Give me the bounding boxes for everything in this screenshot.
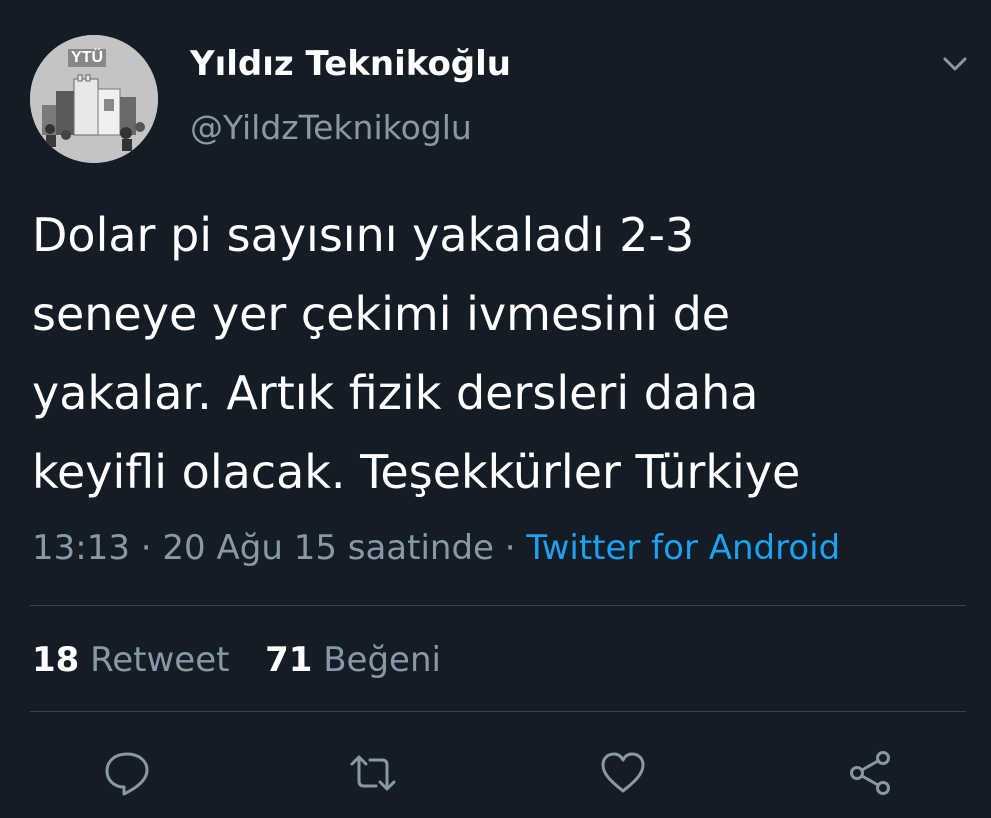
tweet-time: 13:13 (32, 528, 130, 568)
share-icon[interactable] (846, 748, 896, 798)
like-count[interactable]: 71 (265, 640, 312, 680)
avatar-label: YTÜ (68, 49, 106, 67)
retweet-label[interactable]: Retweet (90, 640, 229, 680)
retweet-count[interactable]: 18 (32, 640, 79, 680)
tweet-line: Dolar pi sayısını yakaladı 2-3 (32, 208, 695, 262)
like-label[interactable]: Beğeni (323, 640, 441, 680)
like-icon[interactable] (598, 748, 648, 798)
tweet-date: 20 Ağu 15 saatinde (162, 528, 494, 568)
tweet-line: yakalar. Artık fizik dersleri daha (32, 366, 759, 420)
tweet-line: seneye yer çekimi ivmesini de (32, 287, 731, 341)
chevron-down-icon[interactable] (940, 52, 970, 76)
tweet-meta: 13:13 · 20 Ağu 15 saatinde · Twitter for… (32, 528, 840, 568)
meta-separator: · (129, 528, 163, 568)
display-name[interactable]: Yıldız Teknikoğlu (190, 44, 511, 84)
meta-separator: · (493, 528, 527, 568)
avatar[interactable]: YTÜ (30, 35, 158, 163)
divider (30, 605, 966, 606)
tweet-source-link[interactable]: Twitter for Android (526, 528, 840, 568)
tweet-stats: 18 Retweet 71 Beğeni (32, 640, 441, 680)
tweet-line: keyifli olacak. Teşekkürler Türkiye (32, 445, 801, 499)
reply-icon[interactable] (102, 748, 152, 798)
retweet-icon[interactable] (348, 748, 398, 798)
tweet-text: Dolar pi sayısını yakaladı 2-3 seneye ye… (32, 196, 962, 512)
divider (30, 711, 966, 712)
user-handle[interactable]: @YildzTeknikoglu (190, 108, 472, 147)
